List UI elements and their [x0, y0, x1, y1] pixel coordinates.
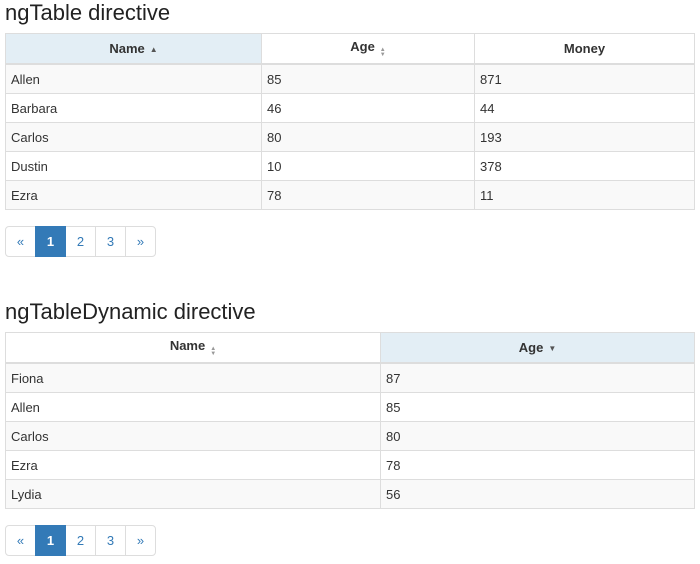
column-header-label: Name [109, 41, 145, 56]
cell-money: 193 [474, 122, 695, 152]
table-row: Allen 85 [5, 392, 695, 422]
sortable-icon: ▲ ▼ [210, 346, 217, 357]
pagination-prev-button[interactable]: « [5, 226, 36, 257]
cell-money: 378 [474, 151, 695, 181]
table-row: Ezra 78 [5, 450, 695, 480]
cell-age: 46 [261, 93, 475, 123]
pagination-page-button[interactable]: 2 [65, 226, 96, 257]
table-header-row: Name ▲ ▼ Age ▼ [5, 332, 695, 364]
ngtabledynamic-table: Name ▲ ▼ Age ▼ Fiona 87 Allen 85 Carlos 80 … [5, 332, 695, 509]
page-title-ngtable: ngTable directive [5, 0, 171, 25]
column-header-label: Money [563, 41, 606, 56]
cell-age: 78 [380, 450, 695, 480]
cell-name: Allen [5, 63, 262, 94]
cell-money: 871 [474, 63, 695, 94]
cell-name: Lydia [5, 479, 381, 509]
pagination: « 1 2 3 » [5, 226, 156, 257]
cell-age: 80 [261, 122, 475, 152]
cell-age: 80 [380, 421, 695, 451]
cell-age: 85 [261, 63, 475, 94]
pagination-next-button[interactable]: » [125, 525, 156, 556]
ngtable-table: Name ▲ Age ▲ ▼ Money Allen 85 871 Barbara 4… [5, 33, 695, 210]
table-row: Barbara 46 44 [5, 93, 695, 123]
cell-name: Barbara [5, 93, 262, 123]
cell-age: 87 [380, 362, 695, 393]
pagination-page-button[interactable]: 2 [65, 525, 96, 556]
cell-age: 56 [380, 479, 695, 509]
pagination-prev-button[interactable]: « [5, 525, 36, 556]
column-header-label: Age [518, 340, 544, 355]
cell-name: Dustin [5, 151, 262, 181]
table-row: Dustin 10 378 [5, 151, 695, 181]
cell-money: 44 [474, 93, 695, 123]
table-row: Carlos 80 [5, 421, 695, 451]
cell-age: 78 [261, 180, 475, 210]
column-header-age[interactable]: Age ▼ [380, 332, 695, 364]
cell-name: Fiona [5, 362, 381, 393]
cell-money: 11 [474, 180, 695, 210]
cell-name: Carlos [5, 122, 262, 152]
sort-asc-icon: ▲ [149, 45, 158, 54]
column-header-name[interactable]: Name ▲ [5, 33, 262, 65]
table-row: Lydia 56 [5, 479, 695, 509]
page-title-ngtabledynamic: ngTableDynamic directive [5, 299, 256, 324]
cell-age: 85 [380, 392, 695, 422]
sortable-icon: ▲ ▼ [379, 47, 386, 58]
pagination-page-button[interactable]: 1 [35, 525, 66, 556]
sort-desc-icon: ▼ [548, 344, 557, 353]
cell-name: Ezra [5, 180, 262, 210]
table-header-row: Name ▲ Age ▲ ▼ Money [5, 33, 695, 65]
pagination: « 1 2 3 » [5, 525, 156, 556]
column-header-money: Money [474, 33, 695, 65]
table-row: Carlos 80 193 [5, 122, 695, 152]
pagination-page-button[interactable]: 3 [95, 226, 126, 257]
table-row: Allen 85 871 [5, 63, 695, 94]
table-row: Fiona 87 [5, 362, 695, 393]
pagination-page-button[interactable]: 1 [35, 226, 66, 257]
column-header-label: Age [350, 39, 375, 54]
cell-name: Ezra [5, 450, 381, 480]
table-row: Ezra 78 11 [5, 180, 695, 210]
cell-age: 10 [261, 151, 475, 181]
pagination-page-button[interactable]: 3 [95, 525, 126, 556]
column-header-label: Name [169, 338, 206, 353]
cell-name: Allen [5, 392, 381, 422]
column-header-name[interactable]: Name ▲ ▼ [5, 332, 381, 364]
pagination-next-button[interactable]: » [125, 226, 156, 257]
cell-name: Carlos [5, 421, 381, 451]
column-header-age[interactable]: Age ▲ ▼ [261, 33, 475, 65]
